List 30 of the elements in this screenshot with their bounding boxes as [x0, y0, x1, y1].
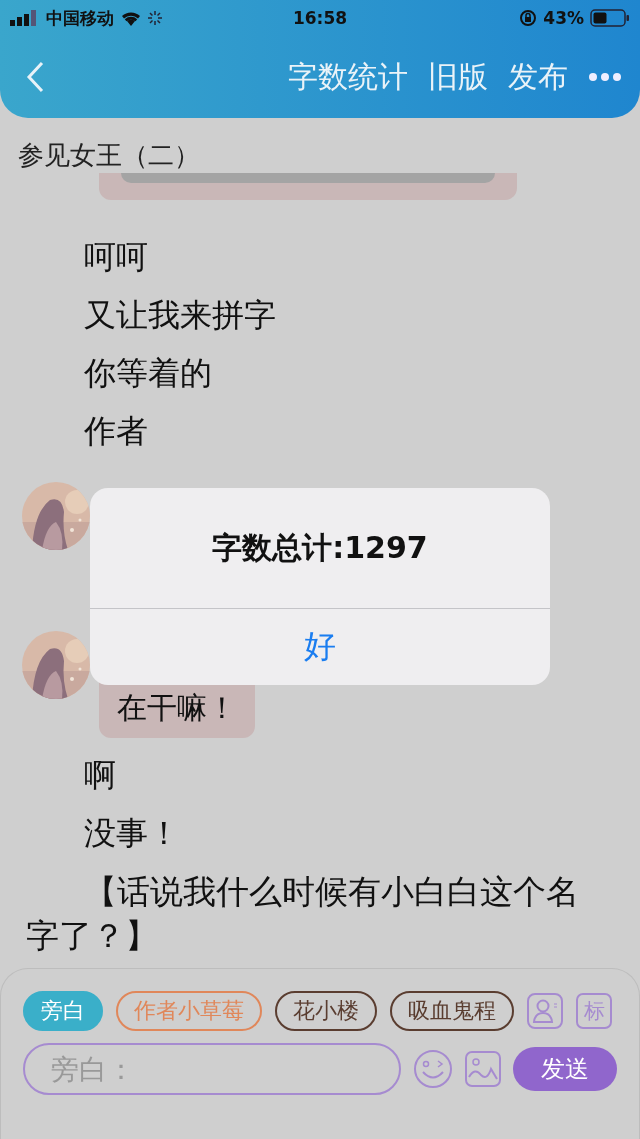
nav-action[interactable]: 字数统计: [288, 56, 408, 98]
send-button[interactable]: 发送: [513, 1047, 617, 1091]
back-icon[interactable]: [26, 61, 44, 93]
role-chip[interactable]: 作者小草莓: [116, 991, 262, 1031]
more-icon[interactable]: [588, 72, 622, 82]
narration-text: 又让我来拼字: [84, 295, 276, 336]
role-chip[interactable]: 吸血鬼程: [390, 991, 514, 1031]
tag-button[interactable]: 标: [576, 993, 612, 1029]
nav-action[interactable]: 发布: [508, 56, 568, 98]
clock-time: 16:58: [292, 8, 348, 28]
wifi-icon: [120, 10, 142, 26]
role-chip[interactable]: 旁白: [23, 991, 103, 1031]
narration-text: 作者: [84, 411, 148, 452]
carrier-name: 中国移动: [46, 6, 114, 30]
emoji-icon[interactable]: [413, 1049, 453, 1089]
rotation-lock-icon: [519, 9, 538, 27]
image-icon[interactable]: [465, 1051, 501, 1087]
role-chip[interactable]: 花小楼: [275, 991, 377, 1031]
story-title: 参见女王（二）: [17, 139, 201, 172]
narration-text: 你等着的: [84, 353, 212, 394]
narration-text: 【话说我什么时候有小白白这个名字了？】: [25, 871, 580, 957]
narration-text: 没事！: [84, 813, 180, 854]
loading-icon: [148, 11, 162, 25]
narration-text: 呵呵: [84, 237, 148, 278]
contact-icon[interactable]: [527, 993, 563, 1029]
nav-action[interactable]: 旧版: [428, 56, 488, 98]
narration-text: 啊: [84, 755, 116, 796]
alert-title: 字数总计:1297: [90, 488, 550, 609]
battery-icon: [590, 9, 630, 27]
battery-percent: 43%: [543, 8, 584, 28]
